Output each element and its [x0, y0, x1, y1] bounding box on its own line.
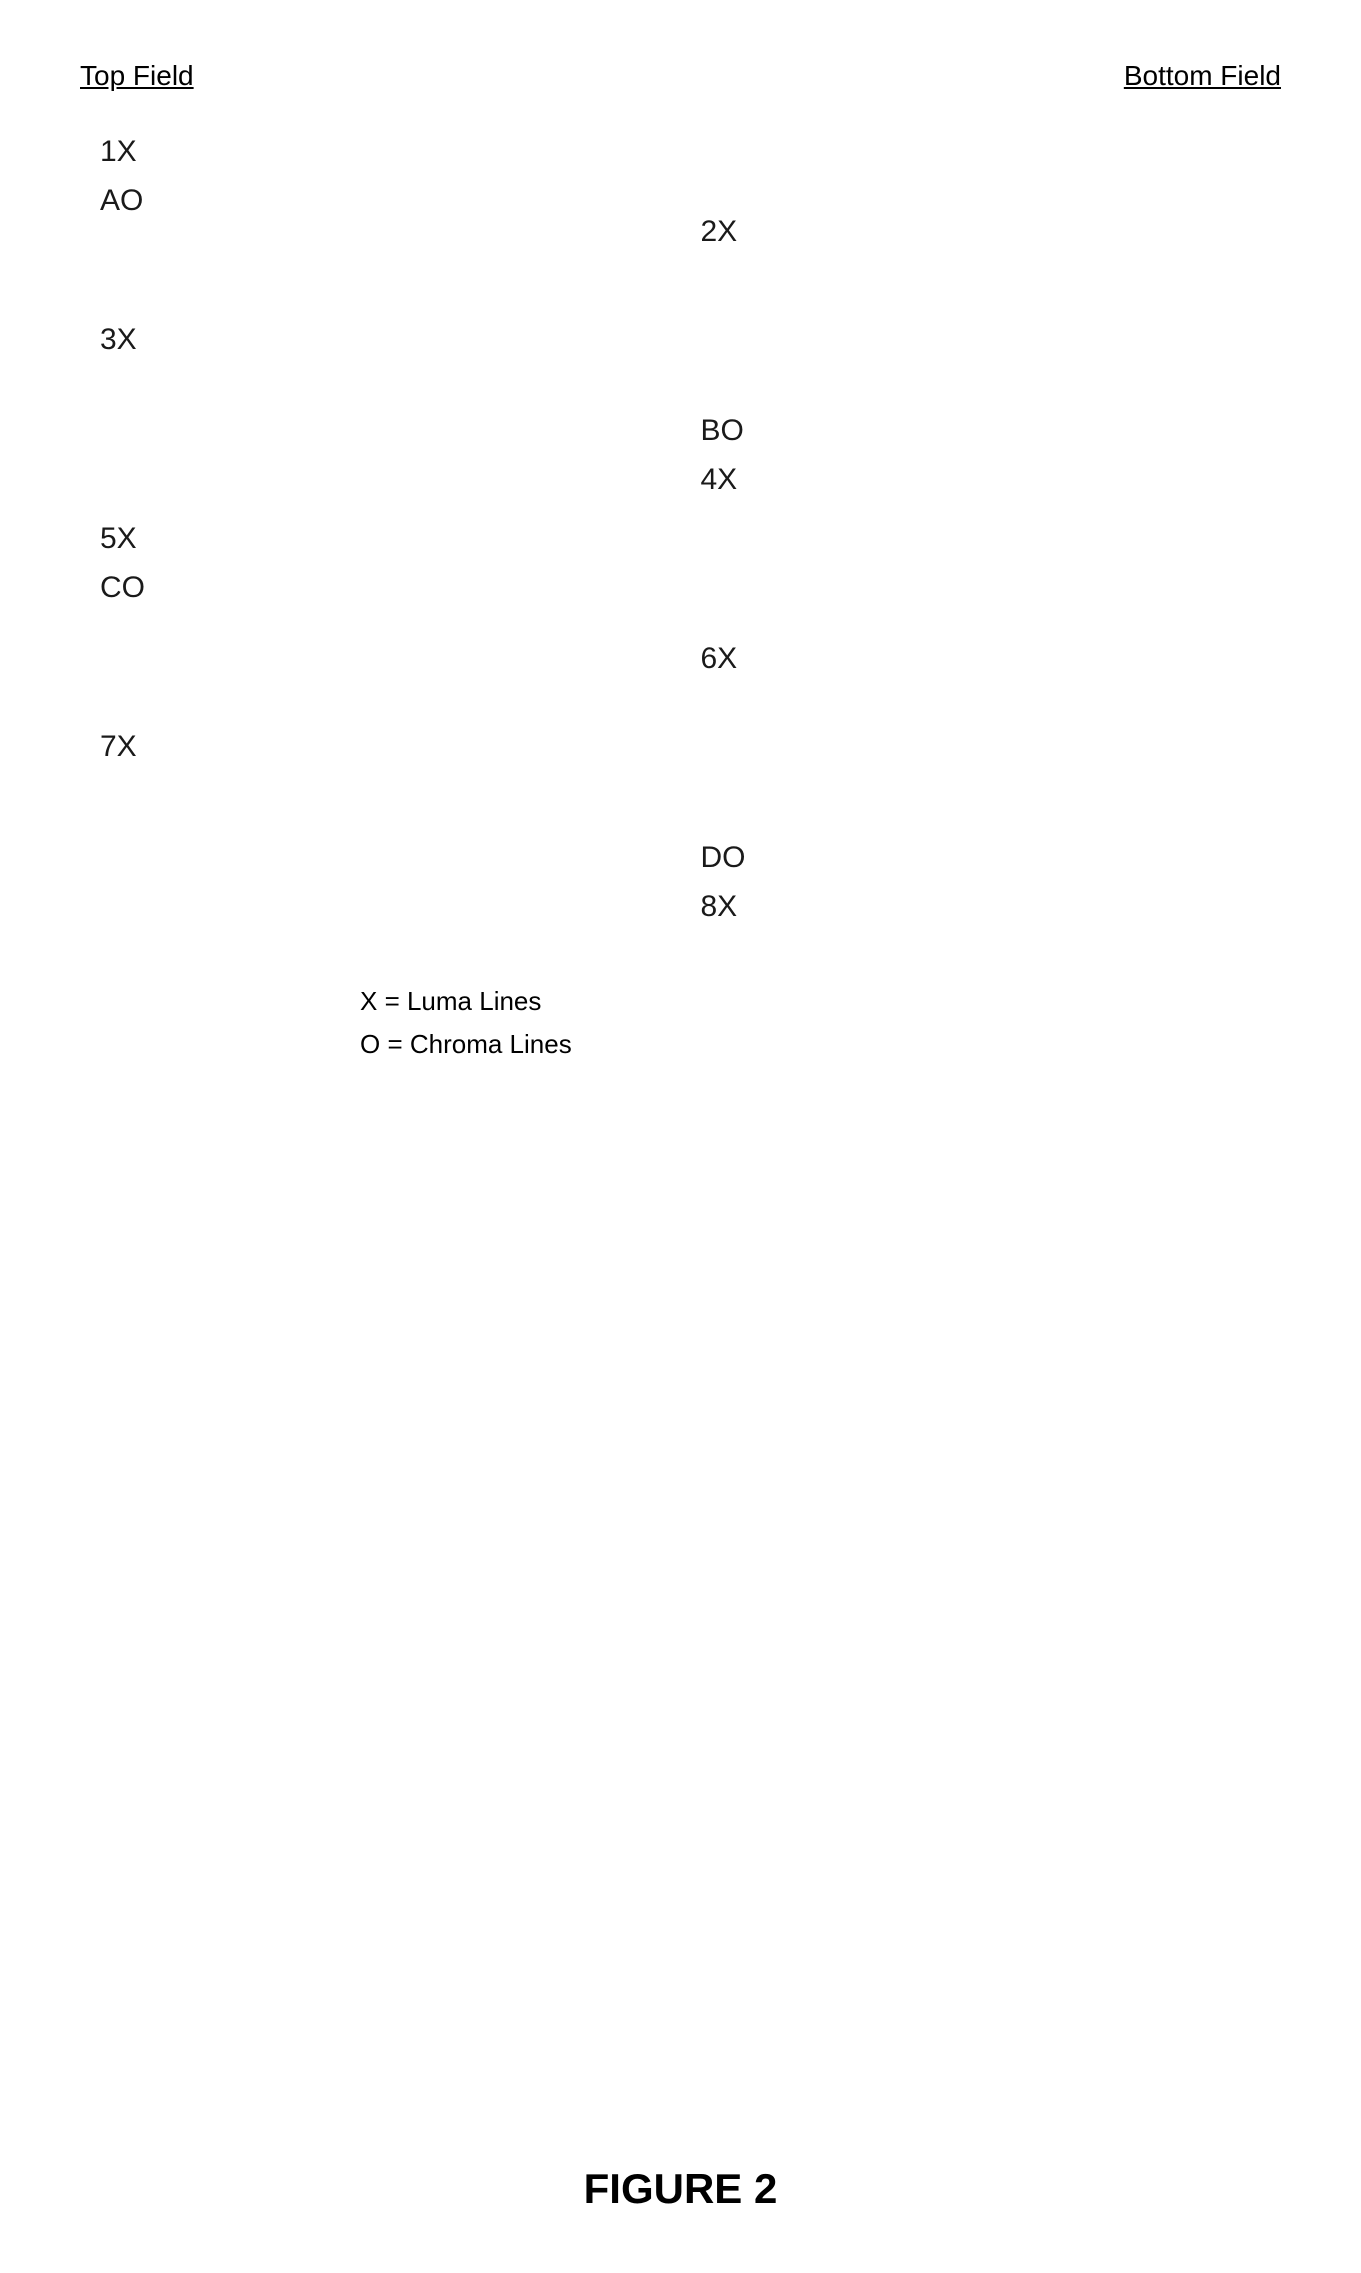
item-4x: 4X [701, 460, 1282, 499]
bottom-field-column: 2X BO 4X 6X DO 8X [681, 132, 1282, 926]
header-row: Top Field Bottom Field [80, 60, 1281, 92]
top-field-header: Top Field [80, 60, 194, 92]
top-field-column: 1X AO 3X 5X CO 7X [80, 132, 681, 926]
item-2x: 2X [701, 212, 1282, 251]
item-5x: 5X [100, 519, 681, 558]
item-b0: BO [701, 411, 1282, 450]
o-legend: O = Chroma Lines [360, 1029, 1281, 1060]
main-content: 1X AO 3X 5X CO 7X 2X [80, 132, 1281, 926]
x-legend: X = Luma Lines [360, 986, 1281, 1017]
page: Top Field Bottom Field 1X AO 3X 5X CO [0, 0, 1361, 2273]
item-c0: CO [100, 568, 681, 607]
item-d0: DO [701, 838, 1282, 877]
item-a0: AO [100, 181, 681, 220]
item-7x: 7X [100, 727, 681, 766]
figure-caption: FIGURE 2 [584, 2165, 778, 2213]
legend-section: X = Luma Lines O = Chroma Lines [360, 986, 1281, 1060]
item-8x: 8X [701, 887, 1282, 926]
bottom-field-header: Bottom Field [1124, 60, 1281, 92]
item-3x: 3X [100, 320, 681, 359]
item-1x: 1X [100, 132, 681, 171]
item-6x: 6X [701, 639, 1282, 678]
